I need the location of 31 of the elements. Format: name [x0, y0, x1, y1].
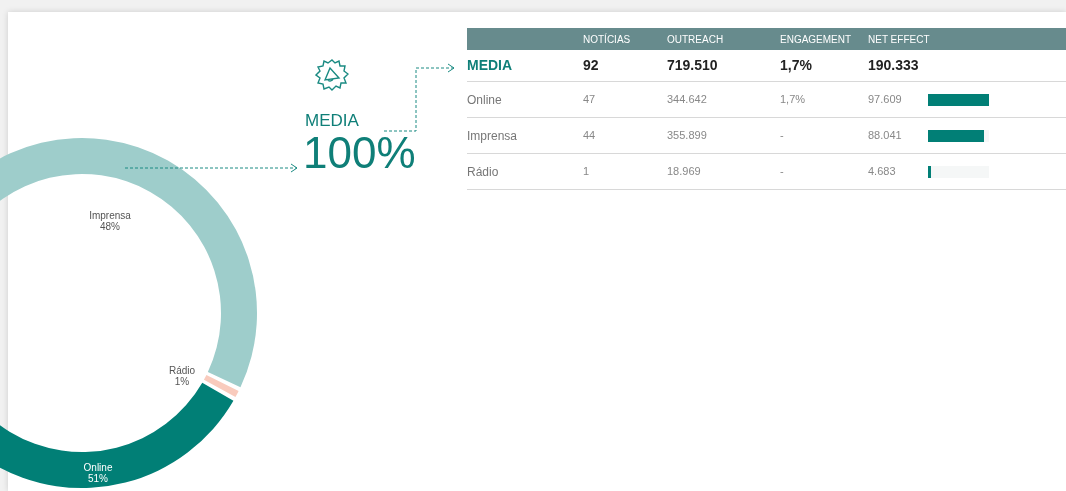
slice-label: Online 51% — [83, 462, 113, 484]
media-percentage: 100% — [303, 131, 416, 175]
dashed-arrow — [383, 63, 455, 132]
table-cell: - — [780, 129, 784, 142]
table-cell: 190.333 — [868, 57, 919, 73]
table-cell: 1,7% — [780, 93, 806, 106]
table-cell: 1,7% — [780, 57, 812, 73]
megaphone-badge-icon — [315, 58, 349, 92]
slice-label: Rádio 1% — [168, 365, 196, 387]
slice-label: Imprensa 48% — [89, 210, 131, 232]
table-cell: 92 — [583, 57, 599, 73]
media-title: MEDIA — [305, 112, 360, 129]
table-cell: MEDIA — [467, 57, 513, 73]
column-header: NET EFFECT — [868, 32, 930, 47]
table-cell-text: 97.609 — [868, 92, 903, 108]
table-cell: 719.510 — [667, 57, 718, 73]
table-cell: Online — [467, 92, 502, 107]
table-cell: Imprensa — [467, 128, 518, 143]
table-cell-text: 4.683 — [868, 164, 897, 180]
table-cell: - — [780, 165, 784, 178]
table-cell-text: 88.041 — [868, 128, 903, 144]
table-cell: 1 — [583, 165, 590, 178]
table-cell: 47 — [583, 93, 596, 106]
column-header: ENGAGEMENT — [780, 32, 853, 47]
table-cell: Rádio — [467, 164, 499, 179]
table-cell: 355.899 — [667, 129, 707, 142]
table-cell: 344.642 — [667, 93, 707, 106]
table-cell: 18.969 — [667, 165, 701, 178]
table-cell: 44 — [583, 129, 596, 142]
column-header: NOTÍCIAS — [583, 32, 632, 47]
column-header: OUTREACH — [667, 32, 725, 47]
